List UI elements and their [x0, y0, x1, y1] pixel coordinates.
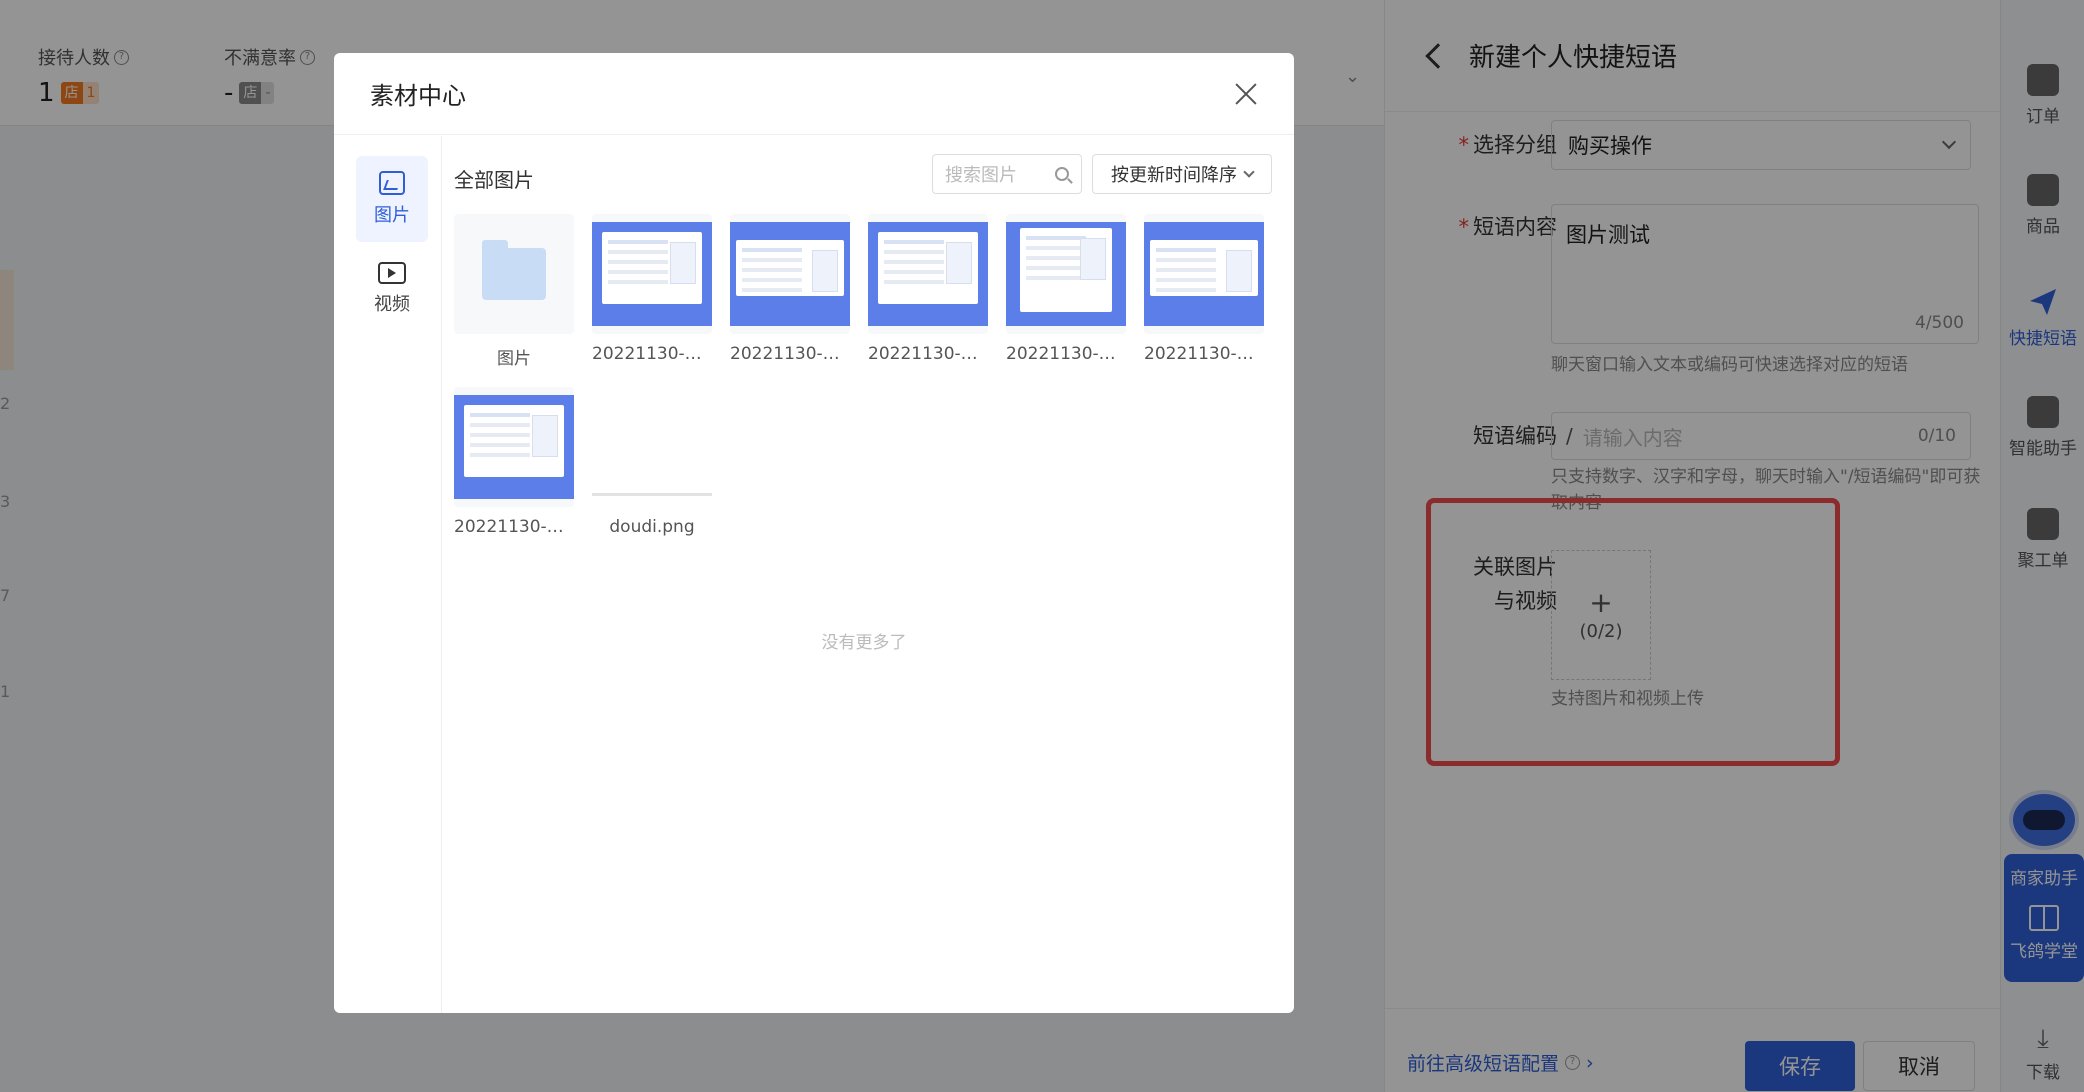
folder-tile[interactable]: 图片 — [454, 214, 574, 369]
image-thumbnail — [730, 222, 850, 326]
tab-images[interactable]: 图片 — [356, 156, 428, 242]
image-tile[interactable]: doudi.png — [592, 387, 712, 537]
tile-label: 20221130-17... — [730, 344, 850, 364]
image-thumbnail — [592, 222, 712, 326]
tile-label: 20221130-18... — [592, 344, 712, 364]
image-tile[interactable]: 20221130-17... — [1144, 214, 1264, 369]
modal-header: 素材中心 — [334, 53, 1294, 135]
image-thumbnail — [868, 222, 988, 326]
tile-label: 图片 — [497, 349, 531, 369]
video-icon — [378, 262, 406, 284]
tile-label: 20221130-18... — [1006, 344, 1126, 364]
no-more-text: 没有更多了 — [821, 633, 907, 653]
tile-label: doudi.png — [609, 517, 695, 537]
image-tile[interactable]: 20221130-18... — [1006, 214, 1126, 369]
chevron-down-icon — [1243, 166, 1255, 178]
sort-select[interactable]: 按更新时间降序 — [1092, 154, 1272, 194]
material-grid: 图片 20221130-18... 20221130-17... 2022113… — [454, 214, 1264, 537]
image-tile[interactable]: 20221130-18... — [868, 214, 988, 369]
image-tile[interactable]: 20221130-17... — [730, 214, 850, 369]
material-center-modal: 素材中心 图片 视频 ⤒ 上传 全部图片 搜索图片 按更新时间降序 — [334, 53, 1294, 1013]
tab-videos[interactable]: 视频 — [356, 246, 428, 332]
image-thumbnail — [1144, 222, 1264, 326]
modal-sidebar: 图片 视频 ⤒ 上传 — [334, 136, 442, 1013]
search-placeholder: 搜索图片 — [945, 165, 1017, 186]
image-icon — [379, 171, 405, 195]
tile-label: 20221130-17... — [1144, 344, 1264, 364]
image-thumbnail — [1006, 222, 1126, 326]
image-tile[interactable]: 20221130-17... — [454, 387, 574, 537]
image-thumbnail — [592, 493, 712, 496]
tile-label: 20221130-18... — [868, 344, 988, 364]
sort-label: 按更新时间降序 — [1111, 165, 1237, 186]
folder-icon — [482, 240, 546, 300]
tile-label: 20221130-17... — [454, 517, 574, 537]
close-icon[interactable] — [1234, 82, 1258, 106]
modal-title: 素材中心 — [370, 82, 466, 110]
image-thumbnail — [454, 395, 574, 499]
search-input[interactable]: 搜索图片 — [932, 154, 1082, 194]
section-title: 全部图片 — [454, 168, 534, 192]
image-tile[interactable]: 20221130-18... — [592, 214, 712, 369]
search-icon — [1055, 167, 1069, 181]
